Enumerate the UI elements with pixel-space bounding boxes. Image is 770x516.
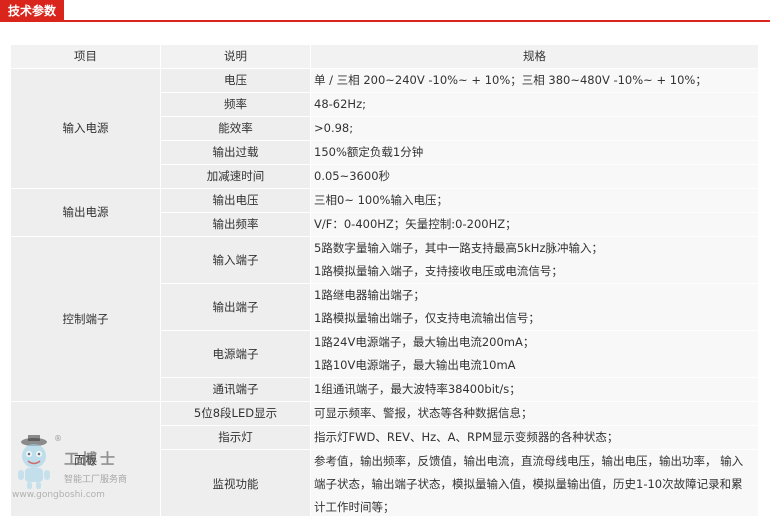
spec-cell: 1路继电器输出端子； 1路模拟量输出端子，仅支持电流输出信号； [310, 283, 759, 331]
item-label: 输出过载 [160, 140, 311, 165]
item-label: 输出端子 [160, 283, 311, 331]
spec-line: 三相0~ 100%输入电压； [314, 193, 448, 207]
table-row: 输入电源 电压单 / 三相 200~240V -10%~ + 10%；三相 380… [10, 68, 759, 189]
item-label: 电压 [160, 68, 311, 93]
spec-cell: 5路数字量输入端子，其中一路支持最高5kHz脉冲输入； 1路模拟量输入端子，支持接… [310, 236, 759, 284]
watermark-subtitle: 智能工厂服务商 [64, 475, 128, 485]
spec-line: 1路模拟量输出端子，仅支持电流输出信号； [314, 311, 540, 325]
spec-line: V/F：0-400HZ；矢量控制:0-200HZ； [314, 217, 517, 231]
spec-line: >0.98; [314, 121, 354, 135]
spec-cell: 三相0~ 100%输入电压； [310, 188, 759, 213]
group-label: 输出电源 [10, 188, 161, 237]
item-label: 指示灯 [160, 425, 311, 450]
column-header-description: 说明 [160, 44, 311, 69]
section-header: 技术参数 [0, 0, 770, 22]
spec-cell: V/F：0-400HZ；矢量控制:0-200HZ； [310, 212, 759, 237]
item-label: 电源端子 [160, 330, 311, 378]
spec-line: 1路继电器输出端子； [314, 288, 425, 302]
spec-cell: 0.05~3600秒 [310, 164, 759, 189]
spec-cell: 1组通讯端子，最大波特率38400bit/s； [310, 377, 759, 402]
spec-line: 可显示频率、警报，状态等各种数据信息； [314, 406, 533, 420]
spec-cell: 指示灯FWD、REV、Hz、A、RPM显示变频器的各种状态； [310, 425, 759, 450]
table-row: 控制端子 输入端子 5路数字量输入端子，其中一路支持最高5kHz脉冲输入； 1路模拟量… [10, 236, 759, 402]
item-label: 输出电压 [160, 188, 311, 213]
spec-line: 1路24V电源端子，最大输出电流200mA； [314, 335, 535, 349]
registered-mark: ® [54, 434, 62, 443]
spec-line: 0.05~3600秒 [314, 169, 391, 183]
column-header-project: 项目 [10, 44, 161, 69]
item-label: 频率 [160, 92, 311, 117]
item-label: 输出频率 [160, 212, 311, 237]
section-title: 技术参数 [0, 0, 65, 22]
watermark-url: www.gongboshi.com [12, 490, 105, 500]
group-label: 输入电源 [10, 68, 161, 189]
spec-cell: 单 / 三相 200~240V -10%~ + 10%；三相 380~480V … [310, 68, 759, 93]
spec-line: 1路10V电源端子，最大输出电流10mA [314, 358, 516, 372]
spec-cell: 1路24V电源端子，最大输出电流200mA； 1路10V电源端子，最大输出电流10… [310, 330, 759, 378]
item-label: 输入端子 [160, 236, 311, 284]
column-header-spec: 规格 [310, 44, 759, 69]
table-row: 面板 5位8段LED显示 可显示频率、警报，状态等各种数据信息； [10, 401, 759, 516]
watermark-name: 工博士 [64, 450, 119, 468]
table-row: 输出电源 输出电压 三相0~ 100%输入电压； [10, 188, 759, 237]
spec-line: 48-62Hz; [314, 97, 366, 111]
item-label: 监视功能 [160, 449, 311, 516]
spec-line: 单 / 三相 200~240V -10%~ + 10%；三相 380~480V … [314, 73, 707, 87]
spec-line: 5路数字量输入端子，其中一路支持最高5kHz脉冲输入； [314, 241, 603, 255]
item-label: 5位8段LED显示 [160, 401, 311, 426]
item-label: 加减速时间 [160, 164, 311, 189]
spec-line: 1组通讯端子，最大波特率38400bit/s； [314, 382, 521, 396]
item-label: 能效率 [160, 116, 311, 141]
robot-mascot-icon [18, 435, 50, 489]
spec-cell: 48-62Hz; [310, 92, 759, 117]
item-label: 通讯端子 [160, 377, 311, 402]
spec-cell: 参考值，输出频率，反馈值，输出电流，直流母线电压，输出电压，输出功率， 输入端子… [310, 449, 759, 516]
table-header-row: 项目 说明 规格 [10, 44, 759, 69]
spec-line: 指示灯FWD、REV、Hz、A、RPM显示变频器的各种状态； [314, 430, 619, 444]
spec-cell: >0.98; [310, 116, 759, 141]
spec-line: 1路模拟量输入端子，支持接收电压或电流信号； [314, 264, 563, 278]
spec-line: 参考值，输出频率，反馈值，输出电流，直流母线电压，输出电压，输出功率， 输入端子… [314, 454, 744, 514]
spec-cell: 150%额定负载1分钟 [310, 140, 759, 165]
group-label: 控制端子 [10, 236, 161, 402]
spec-cell: 可显示频率、警报，状态等各种数据信息； [310, 401, 759, 426]
spec-line: 150%额定负载1分钟 [314, 145, 424, 159]
watermark-logo: ® 工博士 智能工厂服务商 www.gongboshi.com [10, 432, 150, 502]
